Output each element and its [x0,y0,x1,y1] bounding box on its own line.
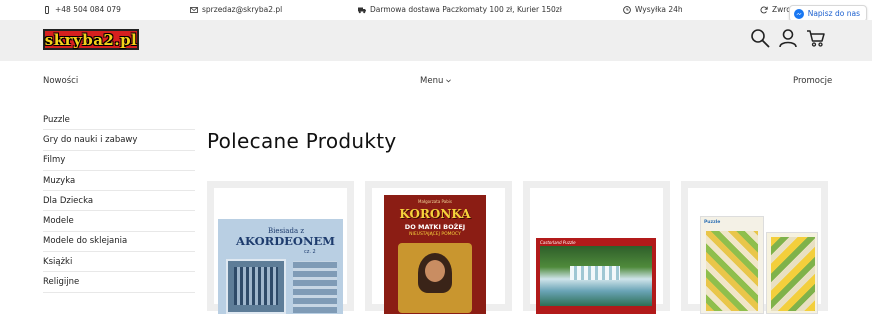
envelope-icon [190,6,198,13]
site-header: skryba2.pl [0,20,872,61]
category-sidebar: Puzzle Gry do nauki i zabawy Filmy Muzyk… [43,110,195,293]
refresh-icon [760,5,768,13]
sidebar-item-educational-games[interactable]: Gry do nauki i zabawy [43,130,195,151]
nav-promotions[interactable]: Promocje [793,76,832,86]
email-info[interactable]: sprzedaz@skryba2.pl [190,5,282,14]
cart-icon[interactable] [806,28,826,48]
product-image-4b [766,232,818,314]
cover-brand: Castorland Puzzle [540,240,576,245]
accordion-illustration [226,259,286,314]
sidebar-item-books[interactable]: Książki [43,252,195,273]
sidebar-item-model-kits[interactable]: Modele do sklejania [43,232,195,253]
shipping-info: Darmowa dostawa Paczkomaty 100 zł, Kurie… [358,5,562,14]
clock-icon [623,5,631,14]
product-image-2[interactable]: Małgorzata Pabis KORONKA DO MATKI BOŻEJ … [384,195,486,314]
phone-number: +48 504 084 079 [55,5,121,14]
product-card-1[interactable]: Biesiada z AKORDEONEM cz. 2 [207,181,354,314]
shipping-text: Darmowa dostawa Paczkomaty 100 zł, Kurie… [370,5,562,14]
site-logo[interactable]: skryba2.pl [43,29,139,50]
dispatch-text: Wysyłka 24h [635,5,683,14]
waterfall-picture [540,246,652,306]
chat-label: Napisz do nas [807,9,860,18]
product-card-2[interactable]: Małgorzata Pabis KORONKA DO MATKI BOŻEJ … [365,181,512,314]
sidebar-item-religious[interactable]: Religijne [43,272,195,293]
cover-main-title: AKORDEONEM [236,234,335,248]
phone-info[interactable]: +48 504 084 079 [43,5,121,14]
product-image-4[interactable]: Puzzle [700,216,764,314]
sidebar-item-movies[interactable]: Filmy [43,151,195,171]
sidebar-item-for-kids[interactable]: Dla Dziecka [43,191,195,212]
cover-author: Małgorzata Pabis [418,199,452,204]
cover-brand: Puzzle [704,220,721,225]
messenger-icon [793,8,804,19]
puzzle-picture [706,231,758,311]
main-navigation: Nowości Menu Promocje [0,61,872,101]
truck-icon [358,7,366,13]
dispatch-info: Wysyłka 24h [623,5,683,14]
nav-new-products[interactable]: Nowości [43,76,78,86]
product-card-4[interactable]: Puzzle [681,181,828,314]
sidebar-item-puzzle[interactable]: Puzzle [43,110,195,131]
chevron-down-icon [446,79,452,83]
icon-illustration [398,243,472,313]
top-info-bar: +48 504 084 079 sprzedaz@skryba2.pl Darm… [0,0,872,20]
cover-subtitle: DO MATKI BOŻEJ [404,223,466,231]
product-card-3[interactable]: Castorland Puzzle [523,181,670,314]
sidebar-item-models[interactable]: Modele [43,211,195,232]
logo-text: skryba2.pl [44,30,138,49]
cover-subtitle: cz. 2 [304,249,316,255]
sidebar-item-music[interactable]: Muzyka [43,171,195,192]
phone-icon [45,5,49,14]
user-icon[interactable] [778,28,798,48]
product-image-3[interactable]: Castorland Puzzle [536,238,656,314]
cover-subtitle-2: NIEUSTAJĄCEJ POMOCY [409,232,461,237]
bellows-illustration [293,261,337,313]
nav-menu-dropdown[interactable]: Menu [420,76,452,86]
section-title: Polecane Produkty [207,129,397,153]
cover-main-title: KORONKA [399,207,471,221]
nav-menu-label: Menu [420,76,444,86]
search-icon[interactable] [750,28,770,48]
email-address: sprzedaz@skryba2.pl [202,5,283,14]
